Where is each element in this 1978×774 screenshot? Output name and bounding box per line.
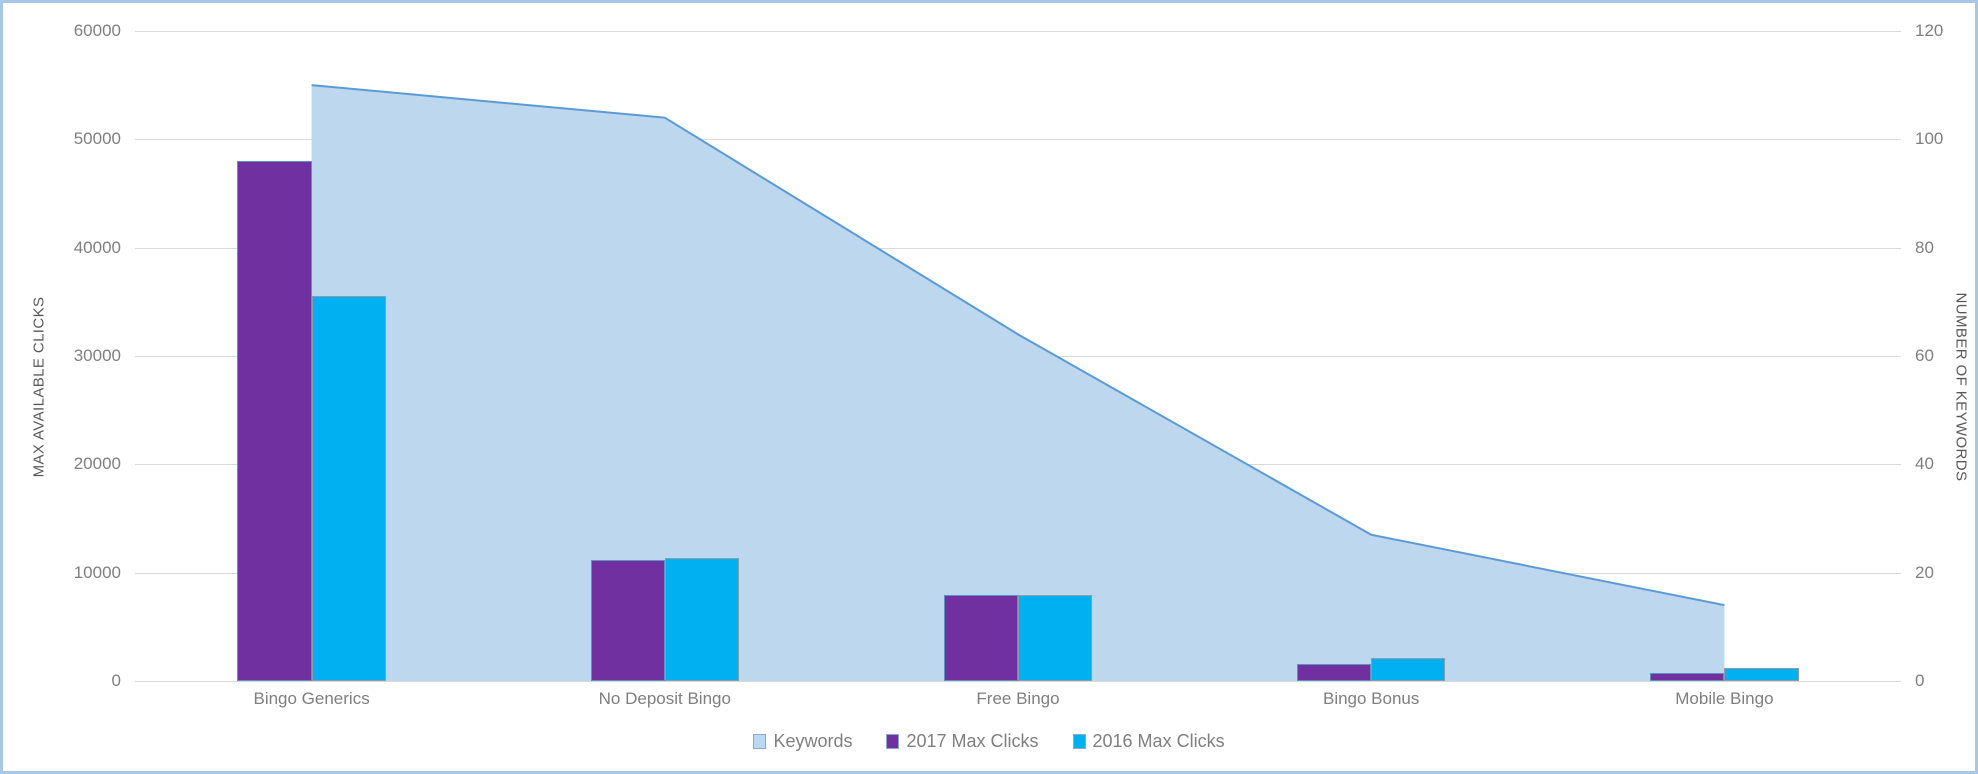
x-axis-tick-no-deposit-bingo: No Deposit Bingo (599, 689, 731, 709)
y-axis-right-tick: 20 (1915, 563, 1934, 583)
y-axis-right-tick: 80 (1915, 238, 1934, 258)
y-axis-right-labels: 020406080100120 (135, 31, 1901, 681)
y-axis-left-tick: 40000 (74, 238, 121, 258)
legend-swatch-icon (1073, 734, 1086, 749)
gridline (135, 681, 1901, 682)
chart-container: MAX AVAILABLE CLICKS NUMBER OF KEYWORDS … (0, 0, 1978, 774)
y-axis-left-tick: 0 (112, 671, 121, 691)
legend-label: Keywords (773, 731, 852, 752)
y-axis-right-tick: 60 (1915, 346, 1934, 366)
y-axis-right-tick: 120 (1915, 21, 1943, 41)
plot-area: 0100002000030000400005000060000 02040608… (135, 31, 1901, 681)
legend-item[interactable]: 2016 Max Clicks (1073, 731, 1225, 752)
y-axis-left-tick: 50000 (74, 129, 121, 149)
legend-swatch-icon (753, 734, 766, 749)
chart-legend: Keywords 2017 Max Clicks 2016 Max Clicks (3, 731, 1975, 752)
x-axis-labels: Bingo Generics No Deposit Bingo Free Bingo… (135, 689, 1901, 721)
legend-item[interactable]: 2017 Max Clicks (886, 731, 1038, 752)
legend-label: 2016 Max Clicks (1093, 731, 1225, 752)
legend-item[interactable]: Keywords (753, 731, 852, 752)
x-axis-tick-bingo-generics: Bingo Generics (253, 689, 369, 709)
y-axis-left-title: MAX AVAILABLE CLICKS (31, 297, 48, 478)
legend-swatch-icon (886, 734, 899, 749)
legend-label: 2017 Max Clicks (906, 731, 1038, 752)
y-axis-left-tick: 10000 (74, 563, 121, 583)
y-axis-right-title: NUMBER OF KEYWORDS (1953, 293, 1970, 482)
y-axis-left-tick: 30000 (74, 346, 121, 366)
x-axis-tick-free-bingo: Free Bingo (976, 689, 1059, 709)
y-axis-right-tick: 40 (1915, 454, 1934, 474)
x-axis-tick-bingo-bonus: Bingo Bonus (1323, 689, 1419, 709)
y-axis-left-tick: 20000 (74, 454, 121, 474)
x-axis-tick-mobile-bingo: Mobile Bingo (1675, 689, 1773, 709)
y-axis-right-tick: 100 (1915, 129, 1943, 149)
y-axis-right-tick: 0 (1915, 671, 1924, 691)
y-axis-left-tick: 60000 (74, 21, 121, 41)
